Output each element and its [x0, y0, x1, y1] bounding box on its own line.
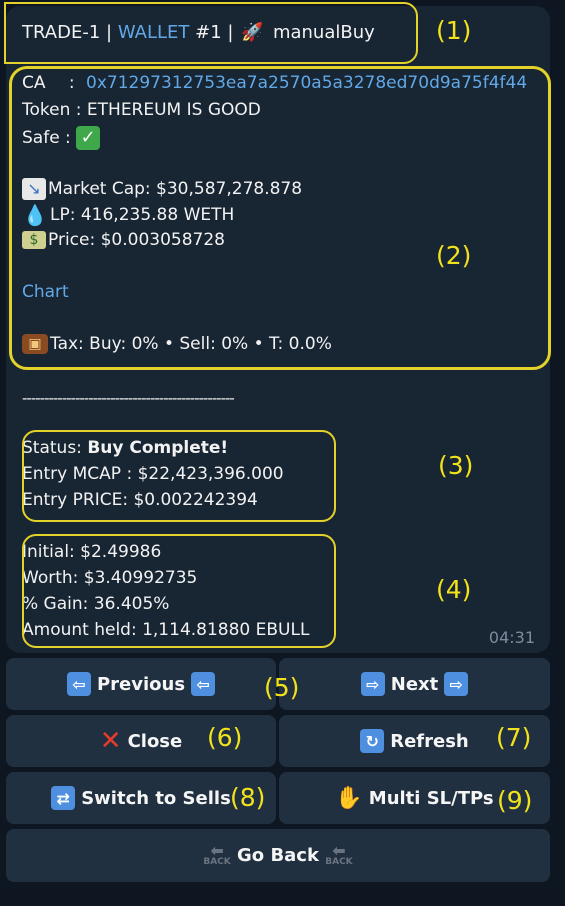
go-back-button[interactable]: ⬅ BACK Go Back ⬅ BACK: [6, 829, 550, 882]
left-arrow-icon: ⇦: [191, 672, 216, 696]
left-arrow-icon: ⇦: [66, 672, 91, 696]
annotation-label-8: (8): [230, 783, 266, 812]
highlight-box-3: [22, 430, 336, 522]
annotation-label-2: (2): [436, 241, 472, 270]
highlight-box-2: [9, 66, 551, 370]
right-arrow-icon: ⇨: [360, 672, 385, 696]
next-button[interactable]: ⇨ Next ⇨: [279, 658, 550, 710]
next-label: Next: [390, 673, 439, 695]
highlight-box-4: [22, 534, 336, 648]
annotation-label-4: (4): [436, 575, 472, 604]
multi-sltp-label: Multi SL/TPs: [368, 787, 494, 809]
message-timestamp: 04:31: [488, 628, 535, 647]
refresh-label: Refresh: [390, 730, 469, 752]
back-arrow-icon: ⬅ BACK: [325, 840, 353, 867]
previous-button[interactable]: ⇦ Previous ⇦: [6, 658, 276, 710]
close-label: Close: [127, 730, 183, 752]
annotation-label-6: (6): [207, 723, 243, 752]
go-back-label: Go Back: [237, 845, 319, 866]
annotation-label-7: (7): [496, 723, 532, 752]
shuffle-icon: ⇄: [51, 786, 76, 810]
annotation-label-5: (5): [264, 673, 300, 702]
back-arrow-icon: ⬅ BACK: [203, 840, 231, 867]
switch-to-sells-label: Switch to Sells: [81, 787, 231, 809]
refresh-icon: ↻: [360, 729, 385, 753]
annotation-label-1: (1): [436, 16, 472, 45]
annotation-label-3: (3): [438, 451, 474, 480]
cross-mark-icon: ✕: [99, 726, 122, 756]
divider-line: ----------------------------------------…: [22, 389, 235, 407]
raised-hand-icon: ✋: [335, 785, 363, 811]
annotation-label-9: (9): [497, 786, 533, 815]
highlight-box-1: [4, 2, 418, 64]
previous-label: Previous: [96, 673, 186, 695]
right-arrow-icon: ⇨: [444, 672, 469, 696]
